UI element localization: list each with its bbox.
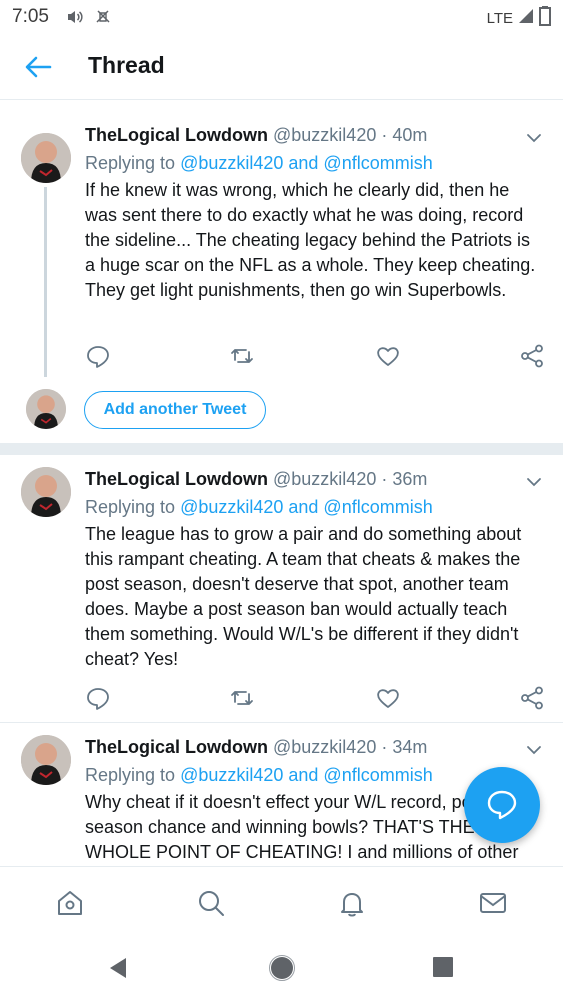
status-icons-left bbox=[66, 8, 112, 31]
system-recents-button[interactable] bbox=[432, 956, 454, 978]
add-another-tweet-button[interactable]: Add another Tweet bbox=[84, 391, 266, 429]
network-type: LTE bbox=[486, 10, 513, 27]
tweet-menu-button[interactable] bbox=[525, 741, 543, 759]
replying-to-label: Replying to bbox=[85, 153, 181, 173]
reply-icon bbox=[87, 346, 109, 368]
back-button[interactable] bbox=[22, 52, 54, 82]
tweet-meta: @buzzkil420 · 40m bbox=[273, 125, 428, 145]
reply-button[interactable] bbox=[85, 343, 111, 369]
replying-to-mentions[interactable]: @buzzkil420 and @nflcommish bbox=[180, 497, 433, 517]
bell-icon bbox=[341, 893, 363, 917]
heart-icon bbox=[377, 689, 399, 708]
volume-icon bbox=[66, 8, 84, 31]
share-button[interactable] bbox=[519, 343, 545, 369]
replying-to-label: Replying to bbox=[85, 497, 181, 517]
search-icon bbox=[199, 891, 224, 916]
retweet-button[interactable] bbox=[229, 343, 255, 369]
status-right: LTE bbox=[487, 6, 551, 31]
avatar[interactable] bbox=[21, 133, 71, 183]
replying-to-mentions[interactable]: @buzzkil420 and @nflcommish bbox=[180, 765, 433, 785]
battery-icon bbox=[539, 6, 551, 31]
system-back-button[interactable] bbox=[106, 956, 130, 980]
tweet-meta: @buzzkil420 · 36m bbox=[273, 469, 428, 489]
avatar[interactable] bbox=[21, 467, 71, 517]
nav-notifications[interactable] bbox=[336, 887, 368, 919]
chevron-down-icon bbox=[527, 478, 541, 487]
avatar[interactable] bbox=[26, 389, 66, 429]
signal-icon bbox=[517, 7, 535, 30]
replying-to-mentions[interactable]: @buzzkil420 and @nflcommish bbox=[180, 153, 433, 173]
vibrate-off-icon bbox=[94, 8, 112, 31]
author-name[interactable]: TheLogical Lowdown bbox=[85, 737, 268, 757]
tweet-header: TheLogical Lowdown @buzzkil420 · 34m bbox=[85, 737, 427, 758]
app-header: Thread bbox=[0, 34, 563, 100]
author-name[interactable]: TheLogical Lowdown bbox=[85, 125, 268, 145]
replying-to-label: Replying to bbox=[85, 765, 181, 785]
mail-icon bbox=[480, 893, 506, 913]
share-icon bbox=[521, 344, 543, 368]
tweet-actions bbox=[85, 343, 545, 369]
compose-reply-button[interactable] bbox=[464, 767, 540, 843]
add-tweet-row: Add another Tweet bbox=[0, 381, 563, 441]
bottom-nav bbox=[0, 866, 563, 936]
share-button[interactable] bbox=[519, 685, 545, 711]
tweet-text: If he knew it was wrong, which he clearl… bbox=[85, 180, 536, 300]
tweet-text: The league has to grow a pair and do som… bbox=[85, 524, 522, 669]
status-time: 7:05 bbox=[12, 6, 49, 27]
system-home-button[interactable] bbox=[268, 954, 296, 982]
nav-home[interactable] bbox=[54, 887, 86, 919]
retweet-icon bbox=[231, 349, 253, 363]
replying-to: Replying to @buzzkil420 and @nflcommish bbox=[85, 765, 433, 786]
nav-messages[interactable] bbox=[477, 887, 509, 919]
section-divider bbox=[0, 443, 563, 455]
tweet-meta: @buzzkil420 · 34m bbox=[273, 737, 428, 757]
like-button[interactable] bbox=[375, 685, 401, 711]
tweet[interactable]: TheLogical Lowdown @buzzkil420 · 36m Rep… bbox=[0, 455, 563, 721]
chevron-down-icon bbox=[527, 134, 541, 143]
replying-to: Replying to @buzzkil420 and @nflcommish bbox=[85, 153, 433, 174]
arrow-left-icon bbox=[25, 56, 52, 78]
nav-search[interactable] bbox=[195, 887, 227, 919]
status-bar: 7:05 LTE bbox=[0, 0, 563, 34]
heart-icon bbox=[377, 347, 399, 366]
page-title: Thread bbox=[88, 52, 165, 78]
reply-button[interactable] bbox=[85, 685, 111, 711]
tweet-menu-button[interactable] bbox=[525, 473, 543, 491]
home-icon bbox=[58, 891, 82, 915]
retweet-icon bbox=[231, 691, 253, 705]
retweet-button[interactable] bbox=[229, 685, 255, 711]
thread-line bbox=[44, 187, 47, 377]
avatar[interactable] bbox=[21, 735, 71, 785]
tweet-menu-button[interactable] bbox=[525, 129, 543, 147]
tweet-header: TheLogical Lowdown @buzzkil420 · 36m bbox=[85, 469, 427, 490]
circle-home-icon bbox=[269, 955, 295, 981]
compose-reply-icon bbox=[487, 790, 517, 820]
tweet-header: TheLogical Lowdown @buzzkil420 · 40m bbox=[85, 125, 427, 146]
author-name[interactable]: TheLogical Lowdown bbox=[85, 469, 268, 489]
chevron-down-icon bbox=[527, 746, 541, 755]
reply-icon bbox=[87, 688, 109, 710]
like-button[interactable] bbox=[375, 343, 401, 369]
share-icon bbox=[521, 686, 543, 710]
tweet-actions bbox=[85, 685, 545, 711]
thread-timeline[interactable]: TheLogical Lowdown @buzzkil420 · 40m Rep… bbox=[0, 101, 563, 865]
replying-to: Replying to @buzzkil420 and @nflcommish bbox=[85, 497, 433, 518]
system-nav-bar bbox=[0, 936, 563, 1000]
square-recents-icon bbox=[433, 957, 453, 977]
triangle-back-icon bbox=[110, 958, 126, 978]
